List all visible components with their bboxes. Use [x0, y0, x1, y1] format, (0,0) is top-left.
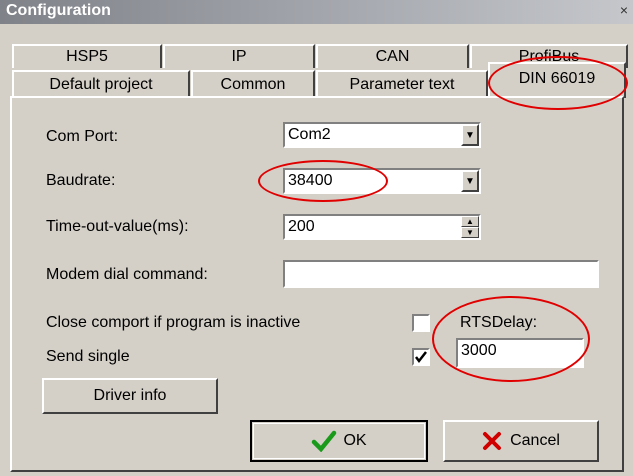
window-title: Configuration [6, 2, 111, 19]
timeout-spinner[interactable]: 200 ▲ ▼ [283, 214, 481, 240]
close-comport-checkbox[interactable] [412, 314, 430, 332]
tab-din-66019[interactable]: DIN 66019 [488, 62, 626, 98]
timeout-label: Time-out-value(ms): [46, 218, 189, 235]
tab-parameter-text[interactable]: Parameter text [316, 70, 488, 98]
checkmark-icon [415, 351, 427, 364]
send-single-checkbox[interactable] [412, 348, 430, 366]
green-checkmark-icon [312, 430, 337, 452]
spin-up-icon[interactable]: ▲ [461, 216, 479, 227]
rts-delay-input[interactable]: 3000 [456, 338, 584, 368]
spinner-arrows-icon[interactable]: ▲ ▼ [461, 216, 479, 238]
chevron-down-icon[interactable]: ▼ [461, 124, 479, 146]
tab-default-project[interactable]: Default project [12, 70, 190, 98]
baudrate-value: 38400 [288, 172, 333, 189]
tab-can[interactable]: CAN [316, 44, 469, 68]
ok-button[interactable]: OK [250, 420, 428, 462]
baudrate-label: Baudrate: [46, 172, 116, 189]
driver-info-button[interactable]: Driver info [42, 378, 218, 414]
close-icon[interactable]: × [615, 0, 633, 20]
com-port-value: Com2 [288, 126, 331, 143]
tab-ip[interactable]: IP [163, 44, 315, 68]
com-port-select[interactable]: Com2 ▼ [283, 122, 481, 148]
baudrate-select[interactable]: 38400 ▼ [283, 168, 481, 194]
modem-label: Modem dial command: [46, 266, 208, 283]
tab-hsp5[interactable]: HSP5 [12, 44, 162, 68]
timeout-value: 200 [288, 218, 315, 235]
close-comport-label: Close comport if program is inactive [46, 314, 301, 331]
tab-common[interactable]: Common [191, 70, 315, 98]
chevron-down-icon[interactable]: ▼ [461, 170, 479, 192]
modem-input[interactable] [283, 260, 599, 288]
com-port-label: Com Port: [46, 128, 119, 145]
red-x-icon [483, 432, 502, 450]
spin-down-icon[interactable]: ▼ [461, 227, 479, 238]
title-bar: Configuration × [0, 0, 633, 24]
cancel-button[interactable]: Cancel [443, 420, 599, 462]
rts-delay-label: RTSDelay: [460, 314, 538, 331]
send-single-label: Send single [46, 348, 130, 365]
